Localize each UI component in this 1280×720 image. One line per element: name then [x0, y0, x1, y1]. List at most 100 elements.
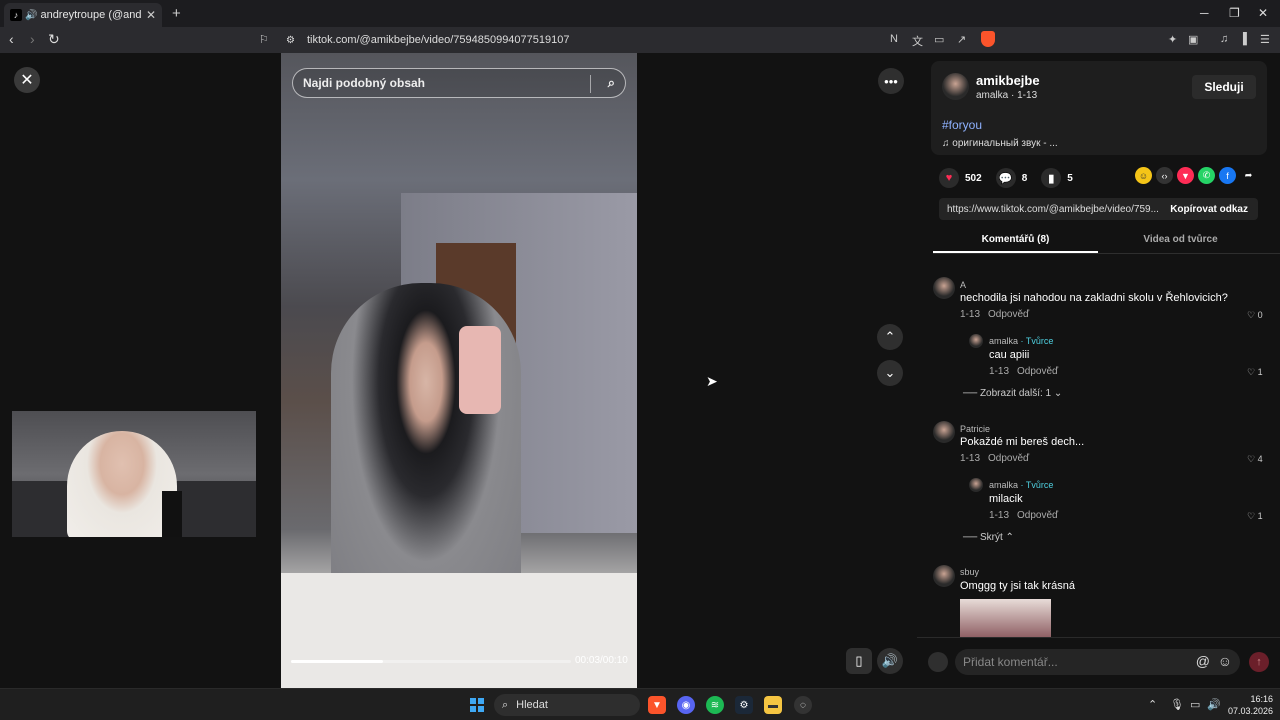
minimize-icon[interactable]: ─: [1200, 6, 1209, 20]
reply-button[interactable]: Odpověď: [1017, 366, 1058, 377]
file-explorer-icon[interactable]: ▬: [764, 696, 782, 714]
previous-video-icon[interactable]: ⌃: [877, 324, 903, 350]
commenter-name[interactable]: sbuy: [960, 567, 979, 577]
tray-chevron-icon[interactable]: ⌃: [1148, 698, 1157, 711]
taskbar-search[interactable]: ⌕ Hledat: [494, 694, 640, 716]
video-progress-bar[interactable]: [291, 660, 571, 663]
discord-app-icon[interactable]: ◉: [677, 696, 695, 714]
microphone-icon[interactable]: 🎙: [1170, 698, 1184, 711]
comment-like[interactable]: ♡ 1: [1247, 511, 1263, 522]
site-info-icon[interactable]: ⚙: [286, 35, 295, 46]
reply-button[interactable]: Odpověď: [1017, 510, 1058, 521]
author-name[interactable]: amikbejbe: [976, 73, 1040, 88]
reply-button[interactable]: Odpověď: [988, 453, 1029, 464]
new-tab-icon[interactable]: +: [172, 5, 181, 22]
commenter-avatar[interactable]: [933, 421, 955, 443]
tab-comments[interactable]: Komentářů (8): [933, 230, 1098, 253]
show-more-replies[interactable]: ── Zobrazit další: 1 ⌄: [963, 388, 1062, 399]
windows-start-icon[interactable]: [470, 698, 484, 712]
send-icon[interactable]: ▼: [1177, 167, 1194, 184]
comment-list: A nechodila jsi nahodou na zakladni skol…: [917, 271, 1280, 637]
search-divider: [590, 75, 591, 93]
bookmark-icon[interactable]: ⚐: [259, 33, 269, 46]
commenter-name[interactable]: Patricie: [960, 424, 990, 434]
comment-image[interactable]: [960, 599, 1051, 637]
restore-icon[interactable]: ❐: [1229, 6, 1240, 20]
send-comment-button[interactable]: ↑: [1249, 652, 1269, 672]
brave-shield-icon[interactable]: [981, 31, 995, 47]
similar-search-input[interactable]: Najdi podobný obsah ⌕: [292, 68, 626, 98]
commenter-name[interactable]: A: [960, 280, 966, 290]
extensions-icon[interactable]: ✦: [1168, 33, 1177, 46]
reload-icon[interactable]: ↻: [48, 31, 60, 48]
volume-icon[interactable]: 🔊: [877, 648, 903, 674]
search-icon[interactable]: ⌕: [608, 75, 615, 91]
translate-icon[interactable]: 文: [912, 33, 923, 49]
reader-icon[interactable]: N: [890, 33, 898, 45]
commenter-name[interactable]: amalka · Tvůrce: [989, 336, 1053, 346]
sidebar-icon[interactable]: ▐: [1239, 33, 1247, 45]
close-video-button[interactable]: ✕: [14, 67, 40, 93]
repost-icon[interactable]: ☺: [1135, 167, 1152, 184]
mention-icon[interactable]: @: [1196, 653, 1210, 669]
comment-stat[interactable]: 💬 8: [995, 168, 1027, 188]
like-stat[interactable]: ♥ 502: [939, 168, 982, 188]
save-stat[interactable]: ▮ 5: [1041, 168, 1073, 188]
commenter-avatar[interactable]: [933, 277, 955, 299]
app-icon[interactable]: ◌: [794, 696, 812, 714]
video-player[interactable]: Najdi podobný obsah ⌕ 00:03/00:10: [281, 53, 637, 688]
close-window-icon[interactable]: ✕: [1258, 6, 1268, 20]
forward-icon[interactable]: ›: [30, 31, 35, 47]
emoji-icon[interactable]: ☺: [1218, 653, 1232, 669]
pip-icon[interactable]: ▯: [846, 648, 872, 674]
user-avatar[interactable]: [928, 652, 948, 672]
hide-replies[interactable]: ── Skrýt ⌃: [963, 532, 1014, 543]
volume-tray-icon[interactable]: 🔊: [1207, 698, 1221, 711]
comment-like[interactable]: ♡ 4: [1247, 454, 1263, 465]
tab-creator-videos[interactable]: Videa od tvůrce: [1098, 230, 1263, 253]
browser-tab[interactable]: ♪ 🔊 andreytroupe (@andreytroupe ✕: [4, 3, 162, 27]
comment-like[interactable]: ♡ 0: [1247, 310, 1263, 321]
back-icon[interactable]: ‹: [9, 31, 14, 47]
heart-icon[interactable]: ♥: [939, 168, 959, 188]
comment-like[interactable]: ♡ 1: [1247, 367, 1263, 378]
brave-app-icon[interactable]: ▼: [648, 696, 666, 714]
media-icon[interactable]: ♫: [1220, 33, 1228, 45]
bookmark-save-icon[interactable]: ▮: [1041, 168, 1062, 188]
sound-row[interactable]: ♫ оригинальный звук - ...: [942, 138, 1058, 149]
embed-icon[interactable]: ‹›: [1156, 167, 1173, 184]
network-icon[interactable]: ▭: [1190, 698, 1200, 711]
comment-icon[interactable]: 💬: [995, 168, 1016, 188]
steam-app-icon[interactable]: ⚙: [735, 696, 753, 714]
details-panel: amikbejbe amalka · 1-13 Sleduji #foryou …: [917, 53, 1280, 688]
clock[interactable]: 16:16 07.03.2026: [1228, 693, 1273, 717]
video-frame-phone: [459, 326, 501, 414]
copy-link-button[interactable]: Kopírovat odkaz: [1160, 204, 1258, 215]
speaker-icon[interactable]: 🔊: [25, 10, 37, 21]
spotify-app-icon[interactable]: ≋: [706, 696, 724, 714]
whatsapp-icon[interactable]: ✆: [1198, 167, 1215, 184]
comment-like-count: 4: [1257, 454, 1263, 464]
wallet-icon[interactable]: ▣: [1188, 33, 1198, 46]
cast-icon[interactable]: ▭: [934, 33, 944, 46]
commenter-avatar[interactable]: [933, 565, 955, 587]
creator-avatar[interactable]: [969, 478, 983, 492]
share-page-icon[interactable]: ↗: [957, 33, 966, 46]
facebook-icon[interactable]: f: [1219, 167, 1236, 184]
comment-input[interactable]: Přidat komentář... @ ☺: [955, 649, 1240, 675]
creator-avatar[interactable]: [969, 334, 983, 348]
share-arrow-icon[interactable]: ➦: [1240, 167, 1257, 184]
more-options-icon[interactable]: •••: [878, 68, 904, 94]
close-tab-icon[interactable]: ✕: [146, 8, 156, 22]
video-link[interactable]: https://www.tiktok.com/@amikbejbe/video/…: [939, 204, 1160, 215]
next-video-icon[interactable]: ⌄: [877, 360, 903, 386]
menu-icon[interactable]: ☰: [1260, 33, 1270, 46]
commenter-name[interactable]: amalka · Tvůrce: [989, 480, 1053, 490]
comment-text: milacik: [989, 493, 1023, 505]
video-frame-desk: [281, 573, 637, 688]
hashtag-link[interactable]: #foryou: [942, 118, 982, 132]
author-avatar[interactable]: [942, 73, 969, 100]
tiktok-page: ✕ Najdi podobný obsah ⌕ 00:03/00:10 ••• …: [0, 53, 1280, 688]
reply-button[interactable]: Odpověď: [988, 309, 1029, 320]
follow-button[interactable]: Sleduji: [1192, 75, 1256, 99]
